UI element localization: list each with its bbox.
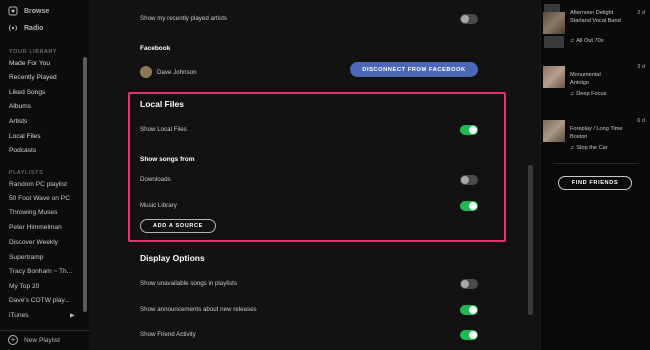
- new-playlist-label: New Playlist: [24, 336, 60, 344]
- unavailable-songs-toggle[interactable]: [460, 279, 478, 289]
- playlist-item[interactable]: Supertramp: [9, 254, 43, 261]
- announcements-toggle[interactable]: [460, 305, 478, 315]
- recent-artists-toggle[interactable]: [460, 14, 478, 24]
- friend-track-artist: Boston: [570, 133, 588, 140]
- sidebar-scrollbar[interactable]: [83, 57, 87, 312]
- friend-panel-divider: [553, 163, 639, 164]
- friend-activity-panel: Afternoon Delight Starland Vocal Band ♫ …: [540, 0, 650, 350]
- radio-icon: [8, 23, 18, 33]
- friend-track-artist: Starland Vocal Band: [570, 17, 621, 24]
- friend-time: 2 d: [637, 10, 645, 16]
- friend-activity-item[interactable]: Afternoon Delight Starland Vocal Band ♫ …: [543, 10, 649, 50]
- expand-arrow-icon[interactable]: ▶: [70, 312, 75, 319]
- nav-radio-label: Radio: [24, 24, 44, 32]
- show-songs-from-heading: Show songs from: [140, 156, 195, 163]
- local-files-toggle[interactable]: [460, 125, 478, 135]
- friend-avatar: [543, 12, 565, 34]
- playlist-item[interactable]: Dave's COTW play...: [9, 297, 70, 304]
- playlist-item[interactable]: Throwing Muses: [9, 209, 57, 216]
- nav-browse-label: Browse: [24, 7, 50, 15]
- settings-panel: Show my recently played artists Facebook…: [90, 0, 540, 350]
- friend-time: 6 d: [637, 118, 645, 124]
- friend-track-title: Foreplay / Long Time: [570, 126, 623, 132]
- playlist-item[interactable]: 50 Foot Wave on PC: [9, 195, 70, 202]
- friend-track-title: Afternoon Delight: [570, 10, 614, 16]
- friend-avatar: [543, 66, 565, 88]
- music-note-icon: ♫: [570, 145, 575, 151]
- friend-track: Monumental Antolgo: [570, 72, 634, 87]
- friend-context[interactable]: ♫ Stop the Car: [570, 145, 608, 151]
- find-friends-button[interactable]: FIND FRIENDS: [558, 176, 632, 190]
- friend-activity-item[interactable]: Foreplay / Long Time Boston ♫ Stop the C…: [543, 118, 649, 158]
- disconnect-facebook-button[interactable]: DISCONNECT FROM FACEBOOK: [350, 62, 478, 77]
- playlist-item[interactable]: My Top 20: [9, 283, 39, 290]
- library-albums[interactable]: Albums: [9, 103, 31, 110]
- browse-icon: [8, 6, 18, 16]
- playlist-item[interactable]: Random PC playlist: [9, 181, 67, 188]
- plus-icon: +: [8, 335, 18, 345]
- friend-context[interactable]: ♫ All Out 70s: [570, 38, 604, 44]
- friend-track-title: Monumental: [570, 72, 601, 78]
- playlist-item[interactable]: Discover Weekly: [9, 239, 58, 246]
- music-library-toggle[interactable]: [460, 201, 478, 211]
- facebook-heading: Facebook: [140, 45, 171, 52]
- music-note-icon: ♫: [570, 91, 575, 97]
- friend-track: Afternoon Delight Starland Vocal Band: [570, 10, 634, 25]
- playlist-item[interactable]: Peter Himmelman: [9, 224, 62, 231]
- facebook-user-name: Dave Johnson: [157, 69, 197, 76]
- announcements-label: Show announcements about new releases: [140, 306, 257, 313]
- library-artists[interactable]: Artists: [9, 118, 27, 125]
- add-source-button[interactable]: ADD A SOURCE: [140, 219, 216, 233]
- local-files-title: Local Files: [140, 99, 184, 109]
- downloads-label: Downloads: [140, 176, 171, 183]
- friend-activity-label: Show Friend Activity: [140, 331, 196, 338]
- recent-artists-label: Show my recently played artists: [140, 15, 228, 22]
- nav-radio[interactable]: Radio: [8, 23, 43, 33]
- sidebar: Browse Radio YOUR LIBRARY Made For You R…: [0, 0, 90, 350]
- unavailable-songs-label: Show unavailable songs in playlists: [140, 280, 237, 287]
- avatar: [140, 66, 152, 78]
- library-recently-played[interactable]: Recently Played: [9, 74, 57, 81]
- new-playlist-button[interactable]: + New Playlist: [8, 335, 60, 345]
- sidebar-divider: [0, 330, 90, 331]
- downloads-toggle[interactable]: [460, 175, 478, 185]
- library-podcasts[interactable]: Podcasts: [9, 147, 36, 154]
- show-local-files-label: Show Local Files: [140, 126, 187, 133]
- library-liked-songs[interactable]: Liked Songs: [9, 89, 45, 96]
- main-scrollbar[interactable]: [528, 165, 533, 315]
- friend-context-label: Stop the Car: [576, 145, 608, 151]
- friend-activity-toggle[interactable]: [460, 330, 478, 340]
- friend-avatar: [543, 120, 565, 142]
- friend-track: Foreplay / Long Time Boston: [570, 126, 634, 141]
- friend-context-label: All Out 70s: [576, 38, 604, 44]
- friend-context-label: Deep Focus: [576, 91, 607, 97]
- friend-activity-item[interactable]: Monumental Antolgo ♫ Deep Focus 3 d: [543, 64, 649, 104]
- playlists-heading: PLAYLISTS: [9, 170, 44, 176]
- library-heading: YOUR LIBRARY: [9, 49, 58, 55]
- music-note-icon: ♫: [570, 38, 575, 44]
- nav-browse[interactable]: Browse: [8, 6, 49, 16]
- friend-track-artist: Antolgo: [570, 79, 589, 86]
- friend-context[interactable]: ♫ Deep Focus: [570, 91, 606, 97]
- playlist-item[interactable]: Tracy Bonham ~ Th...: [9, 268, 72, 275]
- display-options-title: Display Options: [140, 253, 205, 263]
- music-library-label: Music Library: [140, 202, 177, 209]
- friend-time: 3 d: [637, 64, 645, 70]
- library-local-files[interactable]: Local Files: [9, 133, 41, 140]
- library-made-for-you[interactable]: Made For You: [9, 60, 50, 67]
- playlist-item[interactable]: iTunes: [9, 312, 29, 319]
